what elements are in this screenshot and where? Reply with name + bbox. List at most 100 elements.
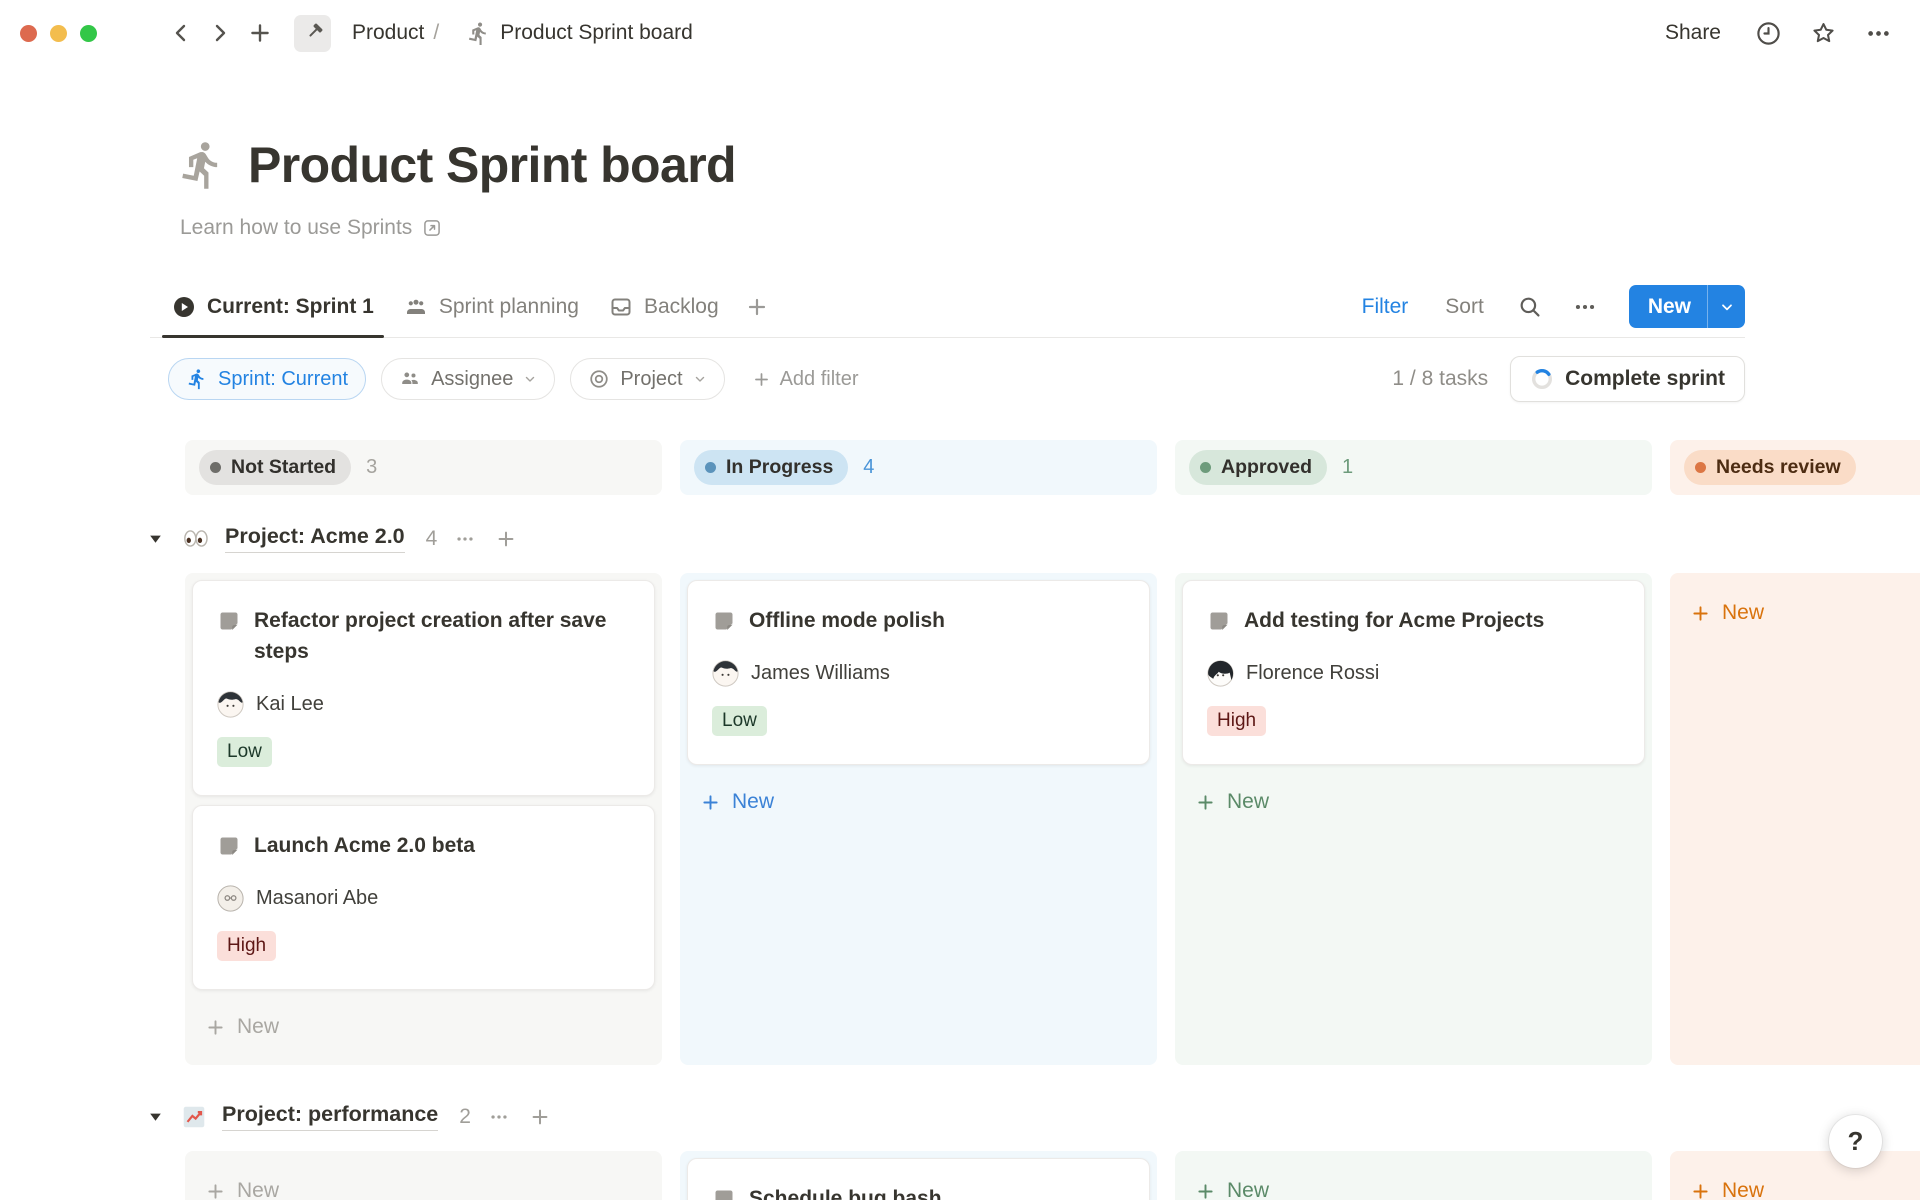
- tab-backlog-label: Backlog: [644, 295, 719, 319]
- tab-current-sprint[interactable]: Current: Sprint 1: [162, 276, 384, 337]
- view-options-dots-icon[interactable]: [1570, 292, 1600, 322]
- filter-button[interactable]: Filter: [1356, 294, 1415, 320]
- collapse-triangle-icon[interactable]: [145, 1108, 166, 1125]
- page-icon: [712, 609, 736, 633]
- new-page-icon[interactable]: [247, 20, 273, 46]
- status-dot: [1695, 462, 1706, 473]
- task-card-offline-mode[interactable]: Offline mode polish James Williams Low: [687, 580, 1150, 765]
- breadcrumb-workspace[interactable]: Product /: [346, 17, 445, 49]
- assignee-name: James Williams: [751, 662, 890, 685]
- group-options-dots-icon[interactable]: [452, 526, 478, 552]
- chevron-down-icon: [523, 372, 537, 386]
- card-title: Schedule bug bash: [749, 1183, 942, 1200]
- sort-button[interactable]: Sort: [1439, 294, 1490, 320]
- task-card-launch-beta[interactable]: Launch Acme 2.0 beta Masanori Abe High: [192, 805, 655, 990]
- tab-backlog[interactable]: Backlog: [599, 276, 729, 337]
- assignee-filter-label: Assignee: [431, 368, 513, 391]
- group-add-icon[interactable]: [527, 1104, 553, 1130]
- filter-bar: Sprint: Current Assignee Project Add fil…: [150, 356, 1745, 402]
- workspace-hammer-icon[interactable]: [294, 15, 331, 52]
- card-title: Offline mode polish: [749, 605, 945, 636]
- eyes-emoji: [181, 526, 210, 551]
- priority-tag: High: [1207, 706, 1266, 736]
- breadcrumb-page[interactable]: Product Sprint board: [460, 17, 699, 50]
- group-title[interactable]: Project: performance: [222, 1102, 438, 1131]
- new-card-button[interactable]: New: [192, 1006, 292, 1048]
- task-card-bug-bash[interactable]: Schedule bug bash: [687, 1158, 1150, 1200]
- priority-tag: Low: [217, 737, 272, 767]
- priority-tag: Low: [712, 706, 767, 736]
- zoom-window-button[interactable]: [80, 25, 97, 42]
- runner-icon: [466, 21, 491, 46]
- status-pill-in-progress[interactable]: In Progress: [694, 450, 848, 485]
- tab-sprint-planning[interactable]: Sprint planning: [394, 276, 589, 337]
- add-filter-button[interactable]: Add filter: [746, 367, 865, 392]
- status-label: Not Started: [231, 456, 336, 479]
- group-add-icon[interactable]: [493, 526, 519, 552]
- plus-icon: [1690, 603, 1711, 624]
- sidebar-toggle-icon[interactable]: [128, 24, 154, 43]
- minimize-window-button[interactable]: [50, 25, 67, 42]
- search-icon[interactable]: [1515, 292, 1545, 322]
- breadcrumb-separator: /: [433, 21, 439, 45]
- close-window-button[interactable]: [20, 25, 37, 42]
- new-card-button[interactable]: New: [1677, 1170, 1777, 1200]
- collapse-triangle-icon[interactable]: [145, 530, 166, 547]
- plus-icon: [1195, 792, 1216, 813]
- status-label: Approved: [1221, 456, 1312, 479]
- status-pill-needs-review[interactable]: Needs review: [1684, 450, 1856, 485]
- column-approved: New: [1175, 1151, 1652, 1200]
- plus-icon: [752, 370, 771, 389]
- project-filter-chip[interactable]: Project: [570, 358, 724, 400]
- new-task-button[interactable]: New: [1629, 285, 1745, 328]
- chart-increasing-emoji: [181, 1104, 207, 1130]
- chevron-down-icon: [1719, 299, 1735, 315]
- status-dot: [210, 462, 221, 473]
- column-needs-review: New: [1670, 573, 1920, 1065]
- group-options-dots-icon[interactable]: [486, 1104, 512, 1130]
- favorite-star-icon[interactable]: [1810, 20, 1837, 47]
- new-card-label: New: [1227, 1179, 1269, 1200]
- sprint-filter-label: Sprint: Current: [218, 368, 348, 391]
- page-icon: [1207, 609, 1231, 633]
- status-pill-not-started[interactable]: Not Started: [199, 450, 351, 485]
- group-header-performance: Project: performance 2: [145, 1095, 1920, 1138]
- task-card-refactor[interactable]: Refactor project creation after save ste…: [192, 580, 655, 796]
- column-not-started: Refactor project creation after save ste…: [185, 573, 662, 1065]
- share-button[interactable]: Share: [1659, 20, 1727, 46]
- new-card-button[interactable]: New: [1677, 592, 1777, 634]
- column-approved: Add testing for Acme Projects Florence R…: [1175, 573, 1652, 1065]
- help-button[interactable]: ?: [1829, 1115, 1882, 1168]
- card-title: Add testing for Acme Projects: [1244, 605, 1544, 636]
- people-group-icon: [404, 295, 428, 319]
- updates-clock-icon[interactable]: [1755, 20, 1782, 47]
- new-task-dropdown[interactable]: [1707, 285, 1745, 328]
- complete-sprint-button[interactable]: Complete sprint: [1510, 356, 1745, 402]
- new-card-button[interactable]: New: [192, 1170, 292, 1200]
- play-circle-icon: [172, 295, 196, 319]
- forward-icon[interactable]: [208, 21, 232, 45]
- learn-sprints-link[interactable]: Learn how to use Sprints: [180, 216, 442, 240]
- card-title: Refactor project creation after save ste…: [254, 605, 630, 667]
- new-task-button-label: New: [1629, 285, 1707, 328]
- breadcrumb-workspace-label: Product: [352, 21, 424, 45]
- new-card-button[interactable]: New: [1182, 781, 1282, 823]
- window-controls: [20, 25, 97, 42]
- group-title[interactable]: Project: Acme 2.0: [225, 524, 405, 553]
- more-options-icon[interactable]: [1865, 20, 1892, 47]
- assignee-filter-chip[interactable]: Assignee: [381, 358, 555, 400]
- back-icon[interactable]: [169, 21, 193, 45]
- new-card-label: New: [1227, 790, 1269, 814]
- sprint-filter-chip[interactable]: Sprint: Current: [168, 358, 366, 400]
- group-count: 2: [459, 1105, 471, 1129]
- new-card-button[interactable]: New: [1182, 1170, 1282, 1200]
- project-target-icon: [588, 368, 610, 390]
- status-pill-approved[interactable]: Approved: [1189, 450, 1327, 485]
- assignee-people-icon: [399, 368, 421, 390]
- priority-tag: High: [217, 931, 276, 961]
- column-header-in-progress: In Progress 4: [680, 440, 1157, 495]
- learn-sprints-label: Learn how to use Sprints: [180, 216, 412, 240]
- task-card-add-testing[interactable]: Add testing for Acme Projects Florence R…: [1182, 580, 1645, 765]
- new-card-button[interactable]: New: [687, 781, 787, 823]
- add-view-icon[interactable]: [739, 295, 775, 319]
